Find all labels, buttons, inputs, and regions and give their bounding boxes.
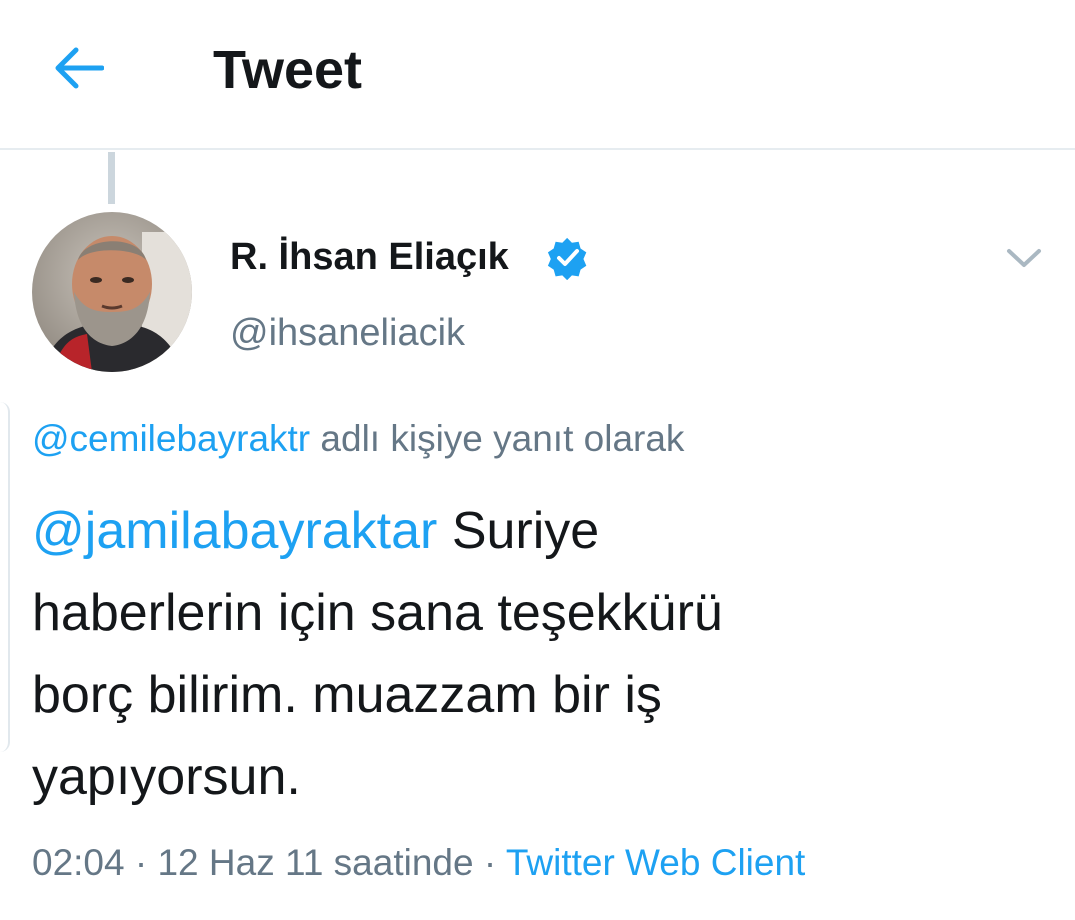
top-bar: Tweet xyxy=(0,0,1075,150)
avatar[interactable] xyxy=(32,212,192,372)
mention-link[interactable]: @jamilabayraktar xyxy=(32,502,437,560)
reply-context: @cemilebayraktr adlı kişiye yanıt olarak xyxy=(32,414,684,464)
reply-to-mention-link[interactable]: @cemilebayraktr xyxy=(32,418,310,459)
arrow-left-icon xyxy=(55,47,104,89)
page-title: Tweet xyxy=(213,40,363,100)
display-name[interactable]: R. İhsan Eliaçık xyxy=(230,232,509,282)
tweet-line-1: @jamilabayraktar Suriye xyxy=(32,490,1032,572)
back-button[interactable] xyxy=(48,40,108,96)
tweet-options-button[interactable] xyxy=(1000,236,1048,280)
tweet-meta: 02:04 · 12 Haz 11 saatinde · Twitter Web… xyxy=(32,836,805,890)
tweet-body: @jamilabayraktar Suriye haberlerin için … xyxy=(32,490,1032,818)
user-handle[interactable]: @ihsaneliacik xyxy=(230,308,465,358)
tweet-text-segment: Suriye xyxy=(451,502,600,560)
tweet-time: 02:04 xyxy=(32,842,125,883)
tweet-line-2: haberlerin için sana teşekkürü xyxy=(32,584,723,642)
thread-connector-line xyxy=(108,152,115,204)
meta-separator: · xyxy=(134,842,148,883)
tweet-source-link[interactable]: Twitter Web Client xyxy=(506,842,806,883)
verified-badge-icon xyxy=(547,237,587,280)
tweet-line-4: yapıyorsun. xyxy=(32,748,301,806)
tweet-date: 12 Haz 11 saatinde xyxy=(157,842,474,883)
panel-edge xyxy=(0,402,10,752)
tweet-line-3: borç bilirim. muazzam bir iş xyxy=(32,666,662,724)
reply-context-text: adlı kişiye yanıt olarak xyxy=(320,418,685,459)
chevron-down-icon xyxy=(1007,249,1041,267)
meta-separator-2: · xyxy=(483,842,497,883)
